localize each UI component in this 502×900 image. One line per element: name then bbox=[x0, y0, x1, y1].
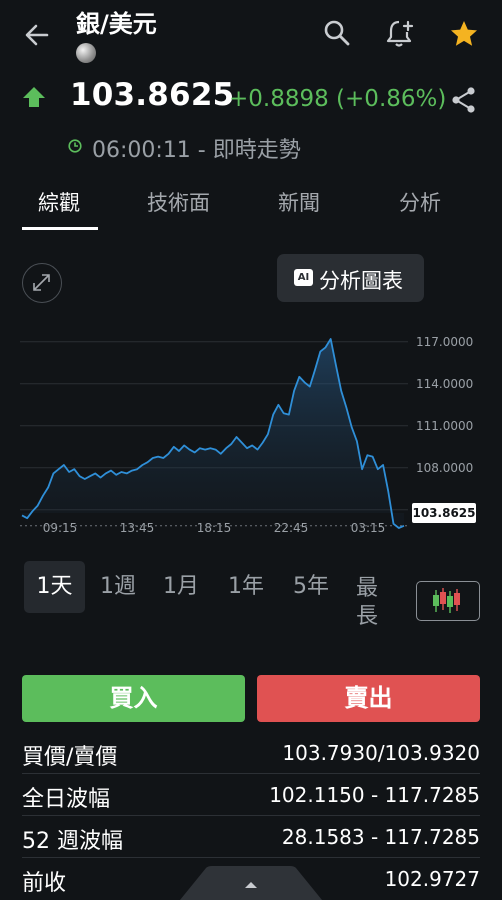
silver-flag-icon bbox=[76, 43, 96, 63]
x-tick-label: 09:15 bbox=[43, 521, 78, 535]
bottom-sheet-handle[interactable] bbox=[180, 866, 322, 900]
expand-chart-button[interactable] bbox=[22, 263, 62, 303]
stat-label: 買價/賣價 bbox=[22, 745, 118, 770]
stat-value: 28.1583 - 117.7285 bbox=[281, 825, 480, 849]
stat-value: 102.9727 bbox=[384, 867, 480, 891]
price-change: +0.8898 (+0.86%) bbox=[229, 86, 447, 112]
tab-analysis[interactable]: 分析 bbox=[399, 187, 441, 217]
stat-label: 全日波幅 bbox=[22, 787, 111, 812]
x-tick-label: 22:45 bbox=[274, 521, 309, 535]
period-1-year[interactable]: 1年 bbox=[228, 568, 264, 600]
tab-overview[interactable]: 綜觀 bbox=[38, 187, 80, 217]
period-1-day[interactable]: 1天 bbox=[24, 561, 85, 613]
stat-row-day-range: 全日波幅 102.1150 - 117.7285 bbox=[22, 775, 480, 816]
tab-technical[interactable]: 技術面 bbox=[147, 187, 210, 217]
star-icon bbox=[451, 21, 477, 46]
share-icon bbox=[452, 87, 475, 113]
quote-time-status: 06:00:11 - 即時走勢 bbox=[92, 138, 301, 163]
add-alert-bell-icon bbox=[386, 20, 414, 47]
current-price: 103.8625 bbox=[70, 77, 235, 113]
arrow-up-icon bbox=[22, 86, 46, 108]
y-tick-label: 108.0000 bbox=[416, 461, 473, 475]
candlestick-chart-icon bbox=[433, 588, 460, 613]
period-1-month[interactable]: 1月 bbox=[163, 568, 199, 600]
period-5-year[interactable]: 5年 bbox=[293, 568, 329, 600]
buy-button[interactable]: 買入 bbox=[22, 675, 245, 722]
page-title: 銀/美元 bbox=[76, 10, 157, 38]
stat-value: 103.7930/103.9320 bbox=[282, 741, 480, 765]
watchlist-star-button[interactable] bbox=[448, 18, 480, 50]
period-1-week[interactable]: 1週 bbox=[100, 568, 136, 600]
period-max[interactable]: 最長 bbox=[356, 575, 382, 631]
share-button[interactable] bbox=[450, 86, 478, 114]
active-tab-indicator bbox=[22, 227, 98, 230]
search-icon bbox=[324, 20, 350, 46]
back-arrow-icon bbox=[25, 24, 49, 46]
series-area bbox=[22, 339, 404, 528]
current-price-tag: 103.8625 bbox=[412, 503, 476, 523]
candlestick-toggle-button[interactable] bbox=[416, 581, 480, 621]
stat-label: 前收 bbox=[22, 871, 67, 896]
ai-chart-label: 分析圖表 bbox=[319, 269, 403, 293]
stat-label: 52 週波幅 bbox=[22, 829, 123, 854]
back-button[interactable] bbox=[20, 18, 54, 52]
ai-icon: AI bbox=[294, 269, 313, 286]
ai-analysis-chart-button[interactable]: AI 分析圖表 bbox=[277, 254, 424, 302]
clock-icon bbox=[68, 138, 82, 153]
add-alert-button[interactable] bbox=[382, 16, 418, 52]
tab-news[interactable]: 新聞 bbox=[278, 187, 320, 217]
x-tick-label: 13:45 bbox=[120, 521, 155, 535]
expand-diagonal-icon bbox=[33, 274, 50, 291]
x-tick-label: 03:15 bbox=[351, 521, 386, 535]
search-button[interactable] bbox=[320, 16, 354, 50]
stat-row-52-week-range: 52 週波幅 28.1583 - 117.7285 bbox=[22, 817, 480, 858]
y-tick-label: 117.0000 bbox=[416, 335, 473, 349]
stat-value: 102.1150 - 117.7285 bbox=[269, 783, 480, 807]
x-tick-label: 18:15 bbox=[197, 521, 232, 535]
sell-button[interactable]: 賣出 bbox=[257, 675, 480, 722]
y-tick-label: 114.0000 bbox=[416, 377, 473, 391]
y-tick-label: 111.0000 bbox=[416, 419, 473, 433]
stat-row-bid-ask: 買價/賣價 103.7930/103.9320 bbox=[22, 733, 480, 774]
